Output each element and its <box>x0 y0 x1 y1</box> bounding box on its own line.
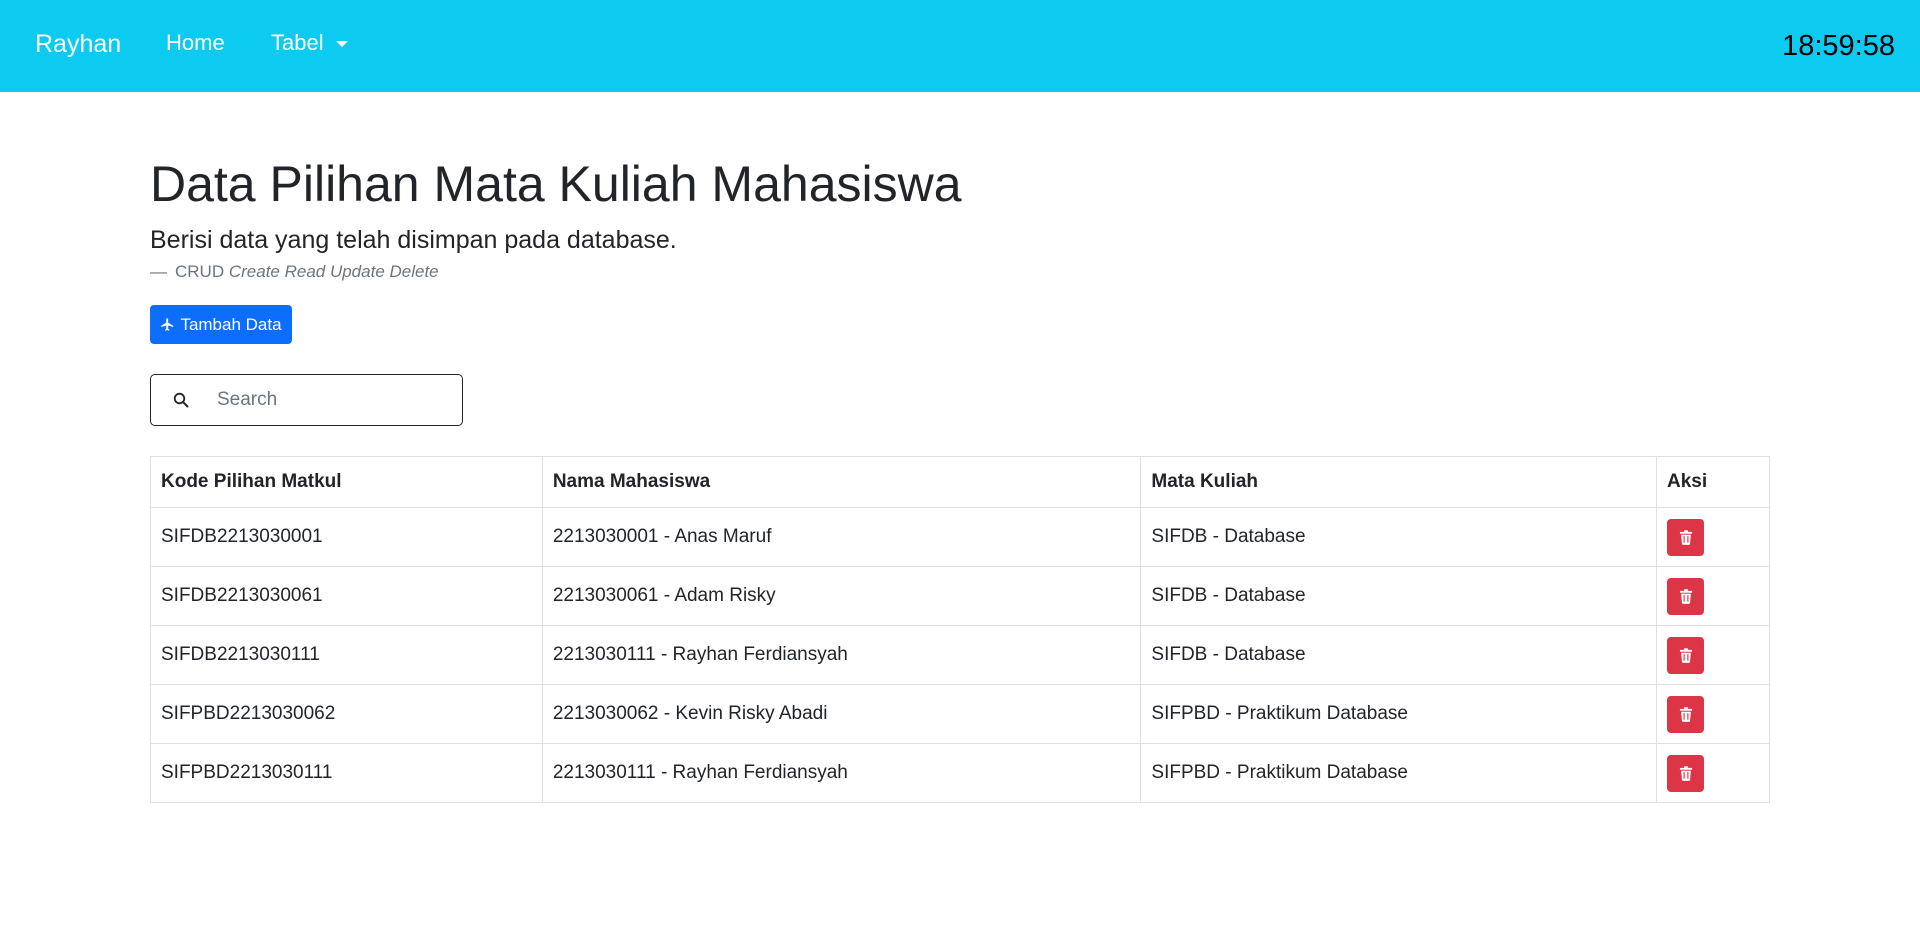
delete-button[interactable] <box>1667 577 1705 615</box>
search-box[interactable] <box>150 374 463 426</box>
trash-icon <box>1679 588 1692 604</box>
navbar-brand[interactable]: Rayhan <box>35 30 121 59</box>
cell-nama: 2213030062 - Kevin Risky Abadi <box>541 684 1142 744</box>
trash-icon <box>1679 647 1692 663</box>
cell-aksi <box>1656 507 1770 567</box>
cell-kode: SIFDB2213030001 <box>150 507 543 567</box>
cell-kode: SIFDB2213030061 <box>150 566 543 626</box>
cell-aksi <box>1656 684 1770 744</box>
cell-kode: SIFPBD2213030111 <box>150 743 543 803</box>
cell-nama: 2213030061 - Adam Risky <box>541 566 1142 626</box>
table-row: SIFPBD2213030062 2213030062 - Kevin Risk… <box>150 684 1770 744</box>
footer-prefix: CRUD <box>175 262 225 281</box>
blockquote-footer: — CRUD Create Read Update Delete <box>150 262 439 282</box>
cell-kode: SIFDB2213030111 <box>150 625 543 685</box>
table-row: SIFDB2213030111 2213030111 - Rayhan Ferd… <box>150 625 1770 685</box>
cell-nama: 2213030111 - Rayhan Ferdiansyah <box>541 743 1142 803</box>
header-kode: Kode Pilihan Matkul <box>150 456 543 508</box>
add-data-label: Tambah Data <box>180 314 282 334</box>
search-input[interactable] <box>217 389 437 411</box>
header-aksi: Aksi <box>1656 456 1770 508</box>
cell-matkul: SIFDB - Database <box>1140 625 1658 685</box>
footer-cite: Create Read Update Delete <box>228 262 439 281</box>
nav-tabel-dropdown[interactable]: Tabel <box>271 30 348 56</box>
navbar: Rayhan Home Tabel 18:59:58 <box>0 0 1920 92</box>
cell-aksi <box>1656 625 1770 685</box>
delete-button[interactable] <box>1667 754 1705 792</box>
cell-matkul: SIFDB - Database <box>1140 566 1658 626</box>
cell-kode: SIFPBD2213030062 <box>150 684 543 744</box>
caret-down-icon <box>335 41 348 47</box>
page-subtitle: Berisi data yang telah disimpan pada dat… <box>150 226 677 254</box>
table-row: SIFPBD2213030111 2213030111 - Rayhan Fer… <box>150 743 1770 803</box>
delete-button[interactable] <box>1667 695 1705 733</box>
page-title: Data Pilihan Mata Kuliah Mahasiswa <box>150 156 962 212</box>
nav-home-link[interactable]: Home <box>166 30 225 56</box>
header-nama: Nama Mahasiswa <box>541 456 1142 508</box>
trash-icon <box>1679 765 1692 781</box>
cell-matkul: SIFDB - Database <box>1140 507 1658 567</box>
cell-matkul: SIFPBD - Praktikum Database <box>1140 684 1658 744</box>
delete-button[interactable] <box>1667 518 1705 556</box>
trash-icon <box>1679 706 1692 722</box>
add-data-button[interactable]: Tambah Data <box>150 305 292 344</box>
plane-icon <box>161 318 174 331</box>
data-table: Kode Pilihan Matkul Nama Mahasiswa Mata … <box>150 456 1770 803</box>
cell-nama: 2213030111 - Rayhan Ferdiansyah <box>541 625 1142 685</box>
table-row: SIFDB2213030061 2213030061 - Adam Risky … <box>150 566 1770 626</box>
nav-tabel-label: Tabel <box>271 30 324 55</box>
table-header-row: Kode Pilihan Matkul Nama Mahasiswa Mata … <box>150 456 1770 508</box>
cell-nama: 2213030001 - Anas Maruf <box>541 507 1142 567</box>
trash-icon <box>1679 529 1692 545</box>
header-matkul: Mata Kuliah <box>1140 456 1658 508</box>
footer-dash: — <box>150 262 167 281</box>
cell-aksi <box>1656 566 1770 626</box>
cell-aksi <box>1656 743 1770 803</box>
clock: 18:59:58 <box>1782 30 1895 62</box>
table-row: SIFDB2213030001 2213030001 - Anas Maruf … <box>150 507 1770 567</box>
cell-matkul: SIFPBD - Praktikum Database <box>1140 743 1658 803</box>
delete-button[interactable] <box>1667 636 1705 674</box>
search-icon <box>171 390 191 410</box>
